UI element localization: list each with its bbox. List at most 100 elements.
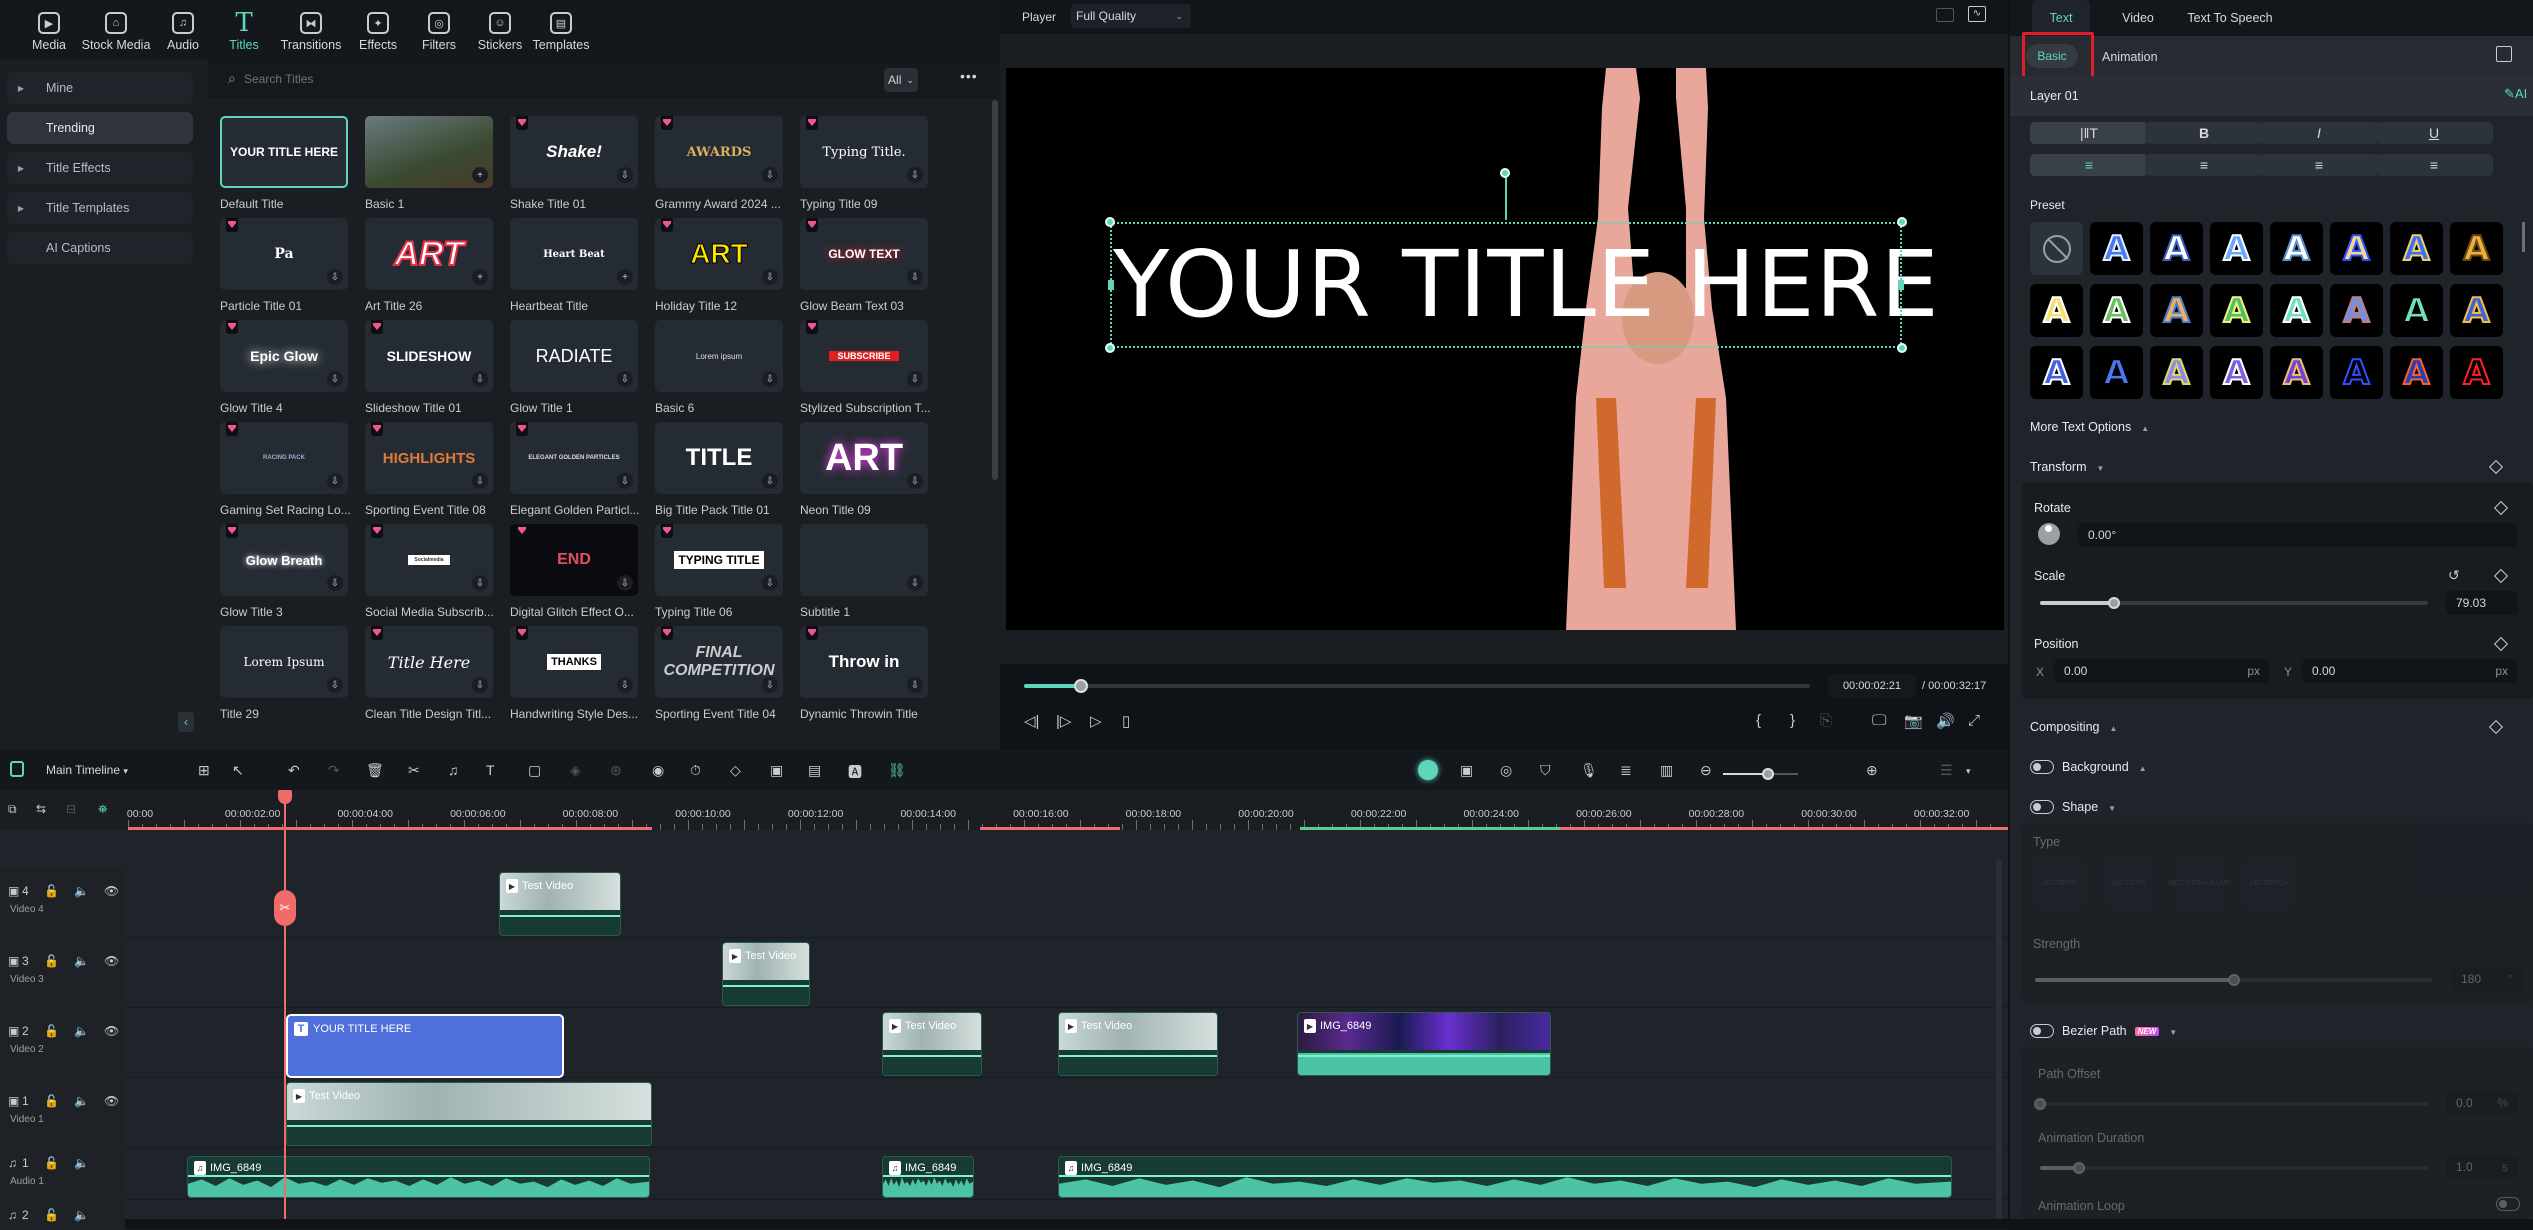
timeline-scrollbar[interactable] <box>1996 860 2002 1219</box>
keyframe-tool-icon[interactable]: ◇ <box>730 762 741 779</box>
voiceover-icon[interactable]: 🎙 <box>1580 762 1598 779</box>
cut-icon[interactable]: ✂ <box>408 762 420 779</box>
download-icon[interactable]: ⇩ <box>617 473 633 489</box>
category-ai-captions[interactable]: AI Captions <box>7 232 193 264</box>
video-clip[interactable]: ▶ IMG_6849 <box>1297 1012 1551 1076</box>
download-icon[interactable]: ⇩ <box>327 575 343 591</box>
title-card[interactable]: FINAL COMPETITION ⇩ Sporting Event Title 0… <box>655 626 783 721</box>
text-preset[interactable]: A <box>2090 346 2143 399</box>
title-card[interactable]: Throw in ⇩ Dynamic Throwin Title <box>800 626 928 721</box>
audio-clip[interactable]: ♫ IMG_6849 <box>1058 1156 1952 1198</box>
scale-keyframe-icon[interactable] <box>2493 568 2509 584</box>
title-card[interactable]: Glow Breath ⇩ Glow Title 3 <box>220 524 348 619</box>
link-tracks-icon[interactable]: ⇆ <box>36 802 46 816</box>
video-clip[interactable]: ▶ Test Video <box>286 1082 652 1146</box>
more-options-icon[interactable]: ••• <box>960 68 978 84</box>
video-clip[interactable]: ▶ Test Video <box>882 1012 982 1076</box>
title-card[interactable]: ART ⇩ Neon Title 09 <box>800 422 928 517</box>
media-tab-transitions[interactable]: ⧓ Transitions <box>276 12 346 60</box>
timeline-selector[interactable]: Main Timeline ▾ <box>46 763 128 777</box>
add-icon[interactable]: + <box>472 167 488 183</box>
title-card[interactable]: THANKS ⇩ Handwriting Style Des... <box>510 626 638 721</box>
tab-text-to-speech[interactable]: Text To Speech <box>2180 0 2280 36</box>
duration-slider-knob[interactable] <box>2072 1162 2085 1174</box>
title-card[interactable]: AWARDS ⇩ Grammy Award 2024 ... <box>655 116 783 211</box>
snap-icon[interactable]: ⛯ <box>98 802 108 817</box>
download-icon[interactable]: ⇩ <box>327 269 343 285</box>
title-card[interactable]: Lorem Ipsum ⇩ Title 29 <box>220 626 348 721</box>
text-preset[interactable]: A <box>2330 346 2383 399</box>
transform-toggle[interactable]: Transform ▼ <box>2030 460 2104 474</box>
color-icon[interactable]: ⊛ <box>610 762 622 779</box>
title-card[interactable]: Lorem ipsum ⇩ Basic 6 <box>655 320 783 415</box>
layer-row[interactable]: Layer 01 ✎AI <box>2010 76 2533 116</box>
chevron-down-icon[interactable]: ▾ <box>1966 766 1971 777</box>
background-toggle[interactable] <box>2030 760 2054 774</box>
rotate-keyframe-icon[interactable] <box>2493 500 2509 516</box>
zoom-in-icon[interactable]: ⊕ <box>1866 762 1878 779</box>
download-icon[interactable]: ⇩ <box>907 167 923 183</box>
lock-icon[interactable]: 🔓 <box>44 1024 59 1038</box>
text-preset[interactable]: A <box>2150 346 2203 399</box>
audio-clip[interactable]: ♫ IMG_6849 <box>882 1156 974 1198</box>
category-mine[interactable]: ▶ Mine <box>7 72 193 104</box>
text-spacing-button[interactable]: |‖T <box>2030 122 2148 144</box>
position-keyframe-icon[interactable] <box>2493 636 2509 652</box>
title-card[interactable]: Shake! ⇩ Shake Title 01 <box>510 116 638 211</box>
shape-type-wave[interactable]: ABCDEFG <box>2103 857 2155 909</box>
snapshot-track-icon[interactable]: ▥ <box>1660 762 1673 779</box>
text-preset[interactable]: A <box>2450 346 2503 399</box>
ai-assistant-icon[interactable] <box>1418 760 1438 780</box>
mute-icon[interactable]: 🔈 <box>74 1024 89 1038</box>
ai-edit-icon[interactable]: ✎AI <box>2504 86 2527 102</box>
resize-handle-right[interactable] <box>1898 280 1904 290</box>
delete-icon[interactable]: 🗑 <box>366 762 384 779</box>
visibility-icon[interactable]: 👁 <box>104 884 119 898</box>
playback-progress-track[interactable] <box>1024 684 1810 688</box>
bezier-path-toggle[interactable] <box>2030 1024 2054 1038</box>
shape-type-arc[interactable]: ABCDEFG <box>2033 857 2085 909</box>
link-icon[interactable]: ⛓ <box>888 762 906 779</box>
strength-slider-knob[interactable] <box>2228 974 2240 986</box>
stt-icon[interactable]: ▤ <box>808 762 821 779</box>
snapshot-button[interactable]: 📷 <box>1904 712 1923 730</box>
italic-button[interactable]: I <box>2260 122 2378 144</box>
download-icon[interactable]: ⇩ <box>907 575 923 591</box>
text-preset[interactable]: A <box>2210 346 2263 399</box>
resize-handle-bottom-right[interactable] <box>1897 343 1907 353</box>
title-card[interactable]: HIGHLIGHTS ⇩ Sporting Event Title 08 <box>365 422 493 517</box>
resize-handle-top-left[interactable] <box>1105 217 1115 227</box>
collapse-panel-button[interactable]: ‹ <box>178 712 194 732</box>
text-preset[interactable]: A <box>2150 284 2203 337</box>
play-button[interactable]: ▷ <box>1090 712 1102 730</box>
text-preset[interactable]: A <box>2090 284 2143 337</box>
text-preset[interactable]: A <box>2270 346 2323 399</box>
title-card[interactable]: YOUR TITLE HERE Default Title <box>220 116 348 211</box>
lock-icon[interactable]: 🔓 <box>44 954 59 968</box>
preview-canvas[interactable]: YOUR TITLE HERE <box>1006 68 2004 630</box>
visibility-icon[interactable]: 👁 <box>104 1094 119 1108</box>
text-preset[interactable]: A <box>2450 222 2503 275</box>
scale-input[interactable]: 79.03 <box>2446 591 2518 615</box>
media-tab-filters[interactable]: ◎ Filters <box>410 12 468 60</box>
media-tab-stock-media[interactable]: ⌂ Stock Media <box>81 12 151 60</box>
text-preset[interactable]: A <box>2390 222 2443 275</box>
waveform-scope-icon[interactable]: ∿ <box>1968 6 1986 22</box>
text-preset[interactable]: A <box>2330 284 2383 337</box>
lock-icon[interactable]: 🔓 <box>44 1208 59 1222</box>
media-tab-audio[interactable]: ♫ Audio <box>154 12 212 60</box>
position-x-input[interactable]: 0.00 px <box>2054 659 2270 683</box>
text-preset[interactable]: A <box>2390 284 2443 337</box>
title-card[interactable]: Title Here ⇩ Clean Title Design Titl... <box>365 626 493 721</box>
title-card[interactable]: ELEGANT GOLDEN PARTICLES ⇩ Elegant Golden … <box>510 422 639 517</box>
add-icon[interactable]: + <box>617 269 633 285</box>
volume-line[interactable] <box>1059 1174 1951 1177</box>
preset-scrollbar[interactable] <box>2522 222 2525 252</box>
download-icon[interactable]: ⇩ <box>762 371 778 387</box>
compositing-toggle[interactable]: Compositing ▲ <box>2030 720 2117 734</box>
media-tab-titles[interactable]: T Titles <box>215 8 273 60</box>
group-icon[interactable]: ⊟ <box>66 802 76 816</box>
bezier-path-section[interactable]: Bezier Path NEW ▼ <box>2062 1024 2177 1038</box>
visibility-icon[interactable]: 👁 <box>104 1024 119 1038</box>
add-track-icon[interactable]: ⧉ <box>8 802 17 817</box>
